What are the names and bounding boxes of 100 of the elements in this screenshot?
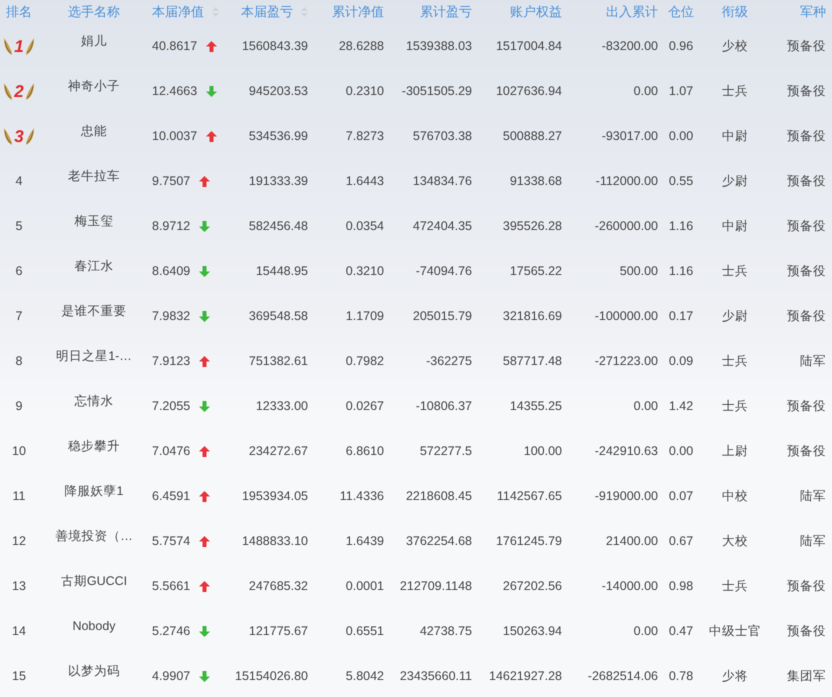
rank-number: 8	[16, 353, 22, 370]
column-header: 本届净值	[152, 3, 204, 22]
table-cell-text: 预备役	[787, 623, 826, 640]
player-name: 老牛拉车	[68, 168, 120, 186]
column-header: 衔级	[722, 3, 748, 22]
player-name: 忠能	[81, 123, 107, 140]
table-cell-text: 11.4336	[340, 488, 384, 506]
table-cell-text: 1953934.05	[242, 488, 308, 506]
table-cell-text: 6.8610	[346, 443, 384, 460]
rank-number: 15	[12, 668, 26, 686]
table-cell-text: 15154026.80	[235, 668, 308, 686]
table-cell-text: 预备役	[787, 218, 826, 236]
table-cell-text: 534536.99	[248, 128, 308, 146]
table-cell-text: 15448.95	[256, 263, 308, 280]
player-name: 善境投资（…	[55, 528, 133, 546]
table-cell-text: 0.6551	[346, 623, 384, 640]
table-cell-text: 预备役	[787, 263, 826, 280]
table-cell-text: 7.9832	[152, 308, 190, 326]
table-cell-text: 6.4591	[152, 488, 190, 506]
table-cell-text: 7.8273	[346, 128, 384, 146]
table-cell-text: 100.00	[524, 443, 562, 460]
table-cell-text: 中校	[722, 488, 748, 506]
table-cell-text: -74094.76	[416, 263, 472, 280]
table-cell-text: 1.1709	[346, 308, 384, 326]
table-cell-text: 0.0267	[346, 398, 384, 416]
table-cell-text: 0.0001	[346, 578, 384, 596]
wing-icon	[3, 37, 14, 56]
wing-icon	[3, 82, 14, 101]
table-cell-text: 5.8042	[346, 668, 384, 686]
table-cell-text: 0.17	[668, 308, 694, 326]
table-cell-text: 0.00	[668, 443, 694, 460]
table-cell-text: 205015.79	[412, 308, 472, 326]
table-cell-text: 7.9123	[152, 353, 190, 370]
player-name: Nobody	[72, 618, 116, 636]
table-cell-text: 2218608.45	[406, 488, 472, 506]
table-cell-text: 士兵	[722, 83, 748, 100]
table-cell-text: -112000.00	[596, 173, 658, 190]
wing-icon	[3, 127, 14, 146]
table-cell-text: 14621927.28	[489, 668, 562, 686]
wing-icon	[24, 82, 35, 101]
rank-number: 14	[12, 623, 26, 640]
rank-number: 4	[16, 173, 22, 190]
table-cell-text: 中级士官	[709, 623, 761, 640]
table-cell-text: 945203.53	[248, 83, 308, 100]
player-name: 以梦为码	[68, 663, 120, 680]
table-cell-text: 少尉	[722, 308, 748, 326]
table-cell-text: 369548.58	[248, 308, 308, 326]
table-cell-text: 预备役	[787, 308, 826, 326]
table-cell-text: 1.6439	[346, 533, 384, 550]
table-cell-text: 5.2746	[152, 623, 190, 640]
player-name: 降服妖孽1	[64, 483, 124, 500]
table-cell-text: 12333.00	[256, 398, 308, 416]
table-cell-text: 0.96	[668, 38, 694, 56]
table-cell-text: 上尉	[722, 443, 748, 460]
column-header: 出入累计	[606, 3, 658, 22]
rank-number: 5	[16, 218, 22, 236]
table-cell-text: -919000.00	[594, 488, 658, 506]
table-cell-text: 1.16	[668, 263, 694, 280]
table-cell-text: 5.7574	[152, 533, 190, 550]
table-cell-text: 23435660.11	[400, 668, 472, 686]
table-cell-text: -362275	[426, 353, 472, 370]
column-header: 排名	[6, 3, 32, 22]
table-cell-text: 3762254.68	[406, 533, 472, 550]
table-cell-text: 预备役	[787, 398, 826, 416]
player-name: 是谁不重要	[62, 303, 126, 320]
rank-number: 2	[14, 83, 24, 100]
table-cell-text: 751382.61	[248, 353, 308, 370]
rank-number: 6	[16, 263, 22, 280]
table-cell-text: 1761245.79	[496, 533, 562, 550]
table-cell-text: 500888.27	[502, 128, 562, 146]
table-cell-text: 0.00	[634, 398, 658, 416]
wing-icon	[24, 127, 35, 146]
column-header: 仓位	[668, 3, 694, 22]
table-cell-text: 10.0037	[152, 128, 198, 146]
table-cell-text: 247685.32	[248, 578, 308, 596]
table-cell-text: 预备役	[787, 173, 826, 190]
table-cell-text: 1.42	[668, 398, 694, 416]
table-cell-text: 395526.28	[502, 218, 562, 236]
table-cell-text: 0.2310	[346, 83, 384, 100]
table-cell-text: -260000.00	[594, 218, 658, 236]
player-name: 神奇小子	[68, 78, 120, 96]
table-cell-text: 0.07	[668, 488, 694, 506]
table-cell-text: -100000.00	[594, 308, 658, 326]
table-cell-text: 572277.5	[420, 443, 472, 460]
table-cell-text: 0.7982	[346, 353, 384, 370]
table-cell-text: 0.98	[668, 578, 694, 596]
table-cell-text: 少尉	[722, 173, 748, 190]
table-cell-text: 1.6443	[346, 173, 384, 190]
column-header: 选手名称	[68, 3, 120, 22]
rank-number: 11	[12, 488, 26, 506]
table-cell-text: 212709.1148	[400, 578, 472, 596]
table-cell-text: 少将	[722, 668, 748, 686]
table-cell-text: 陆军	[800, 353, 826, 370]
table-cell-text: 582456.48	[248, 218, 308, 236]
table-cell-text: 5.5661	[152, 578, 190, 596]
player-name: 忘情水	[74, 393, 114, 410]
table-cell-text: 234272.67	[248, 443, 308, 460]
column-header: 累计盈亏	[420, 3, 472, 22]
table-cell-text: 1.07	[668, 83, 694, 100]
table-cell-text: 0.00	[634, 623, 658, 640]
